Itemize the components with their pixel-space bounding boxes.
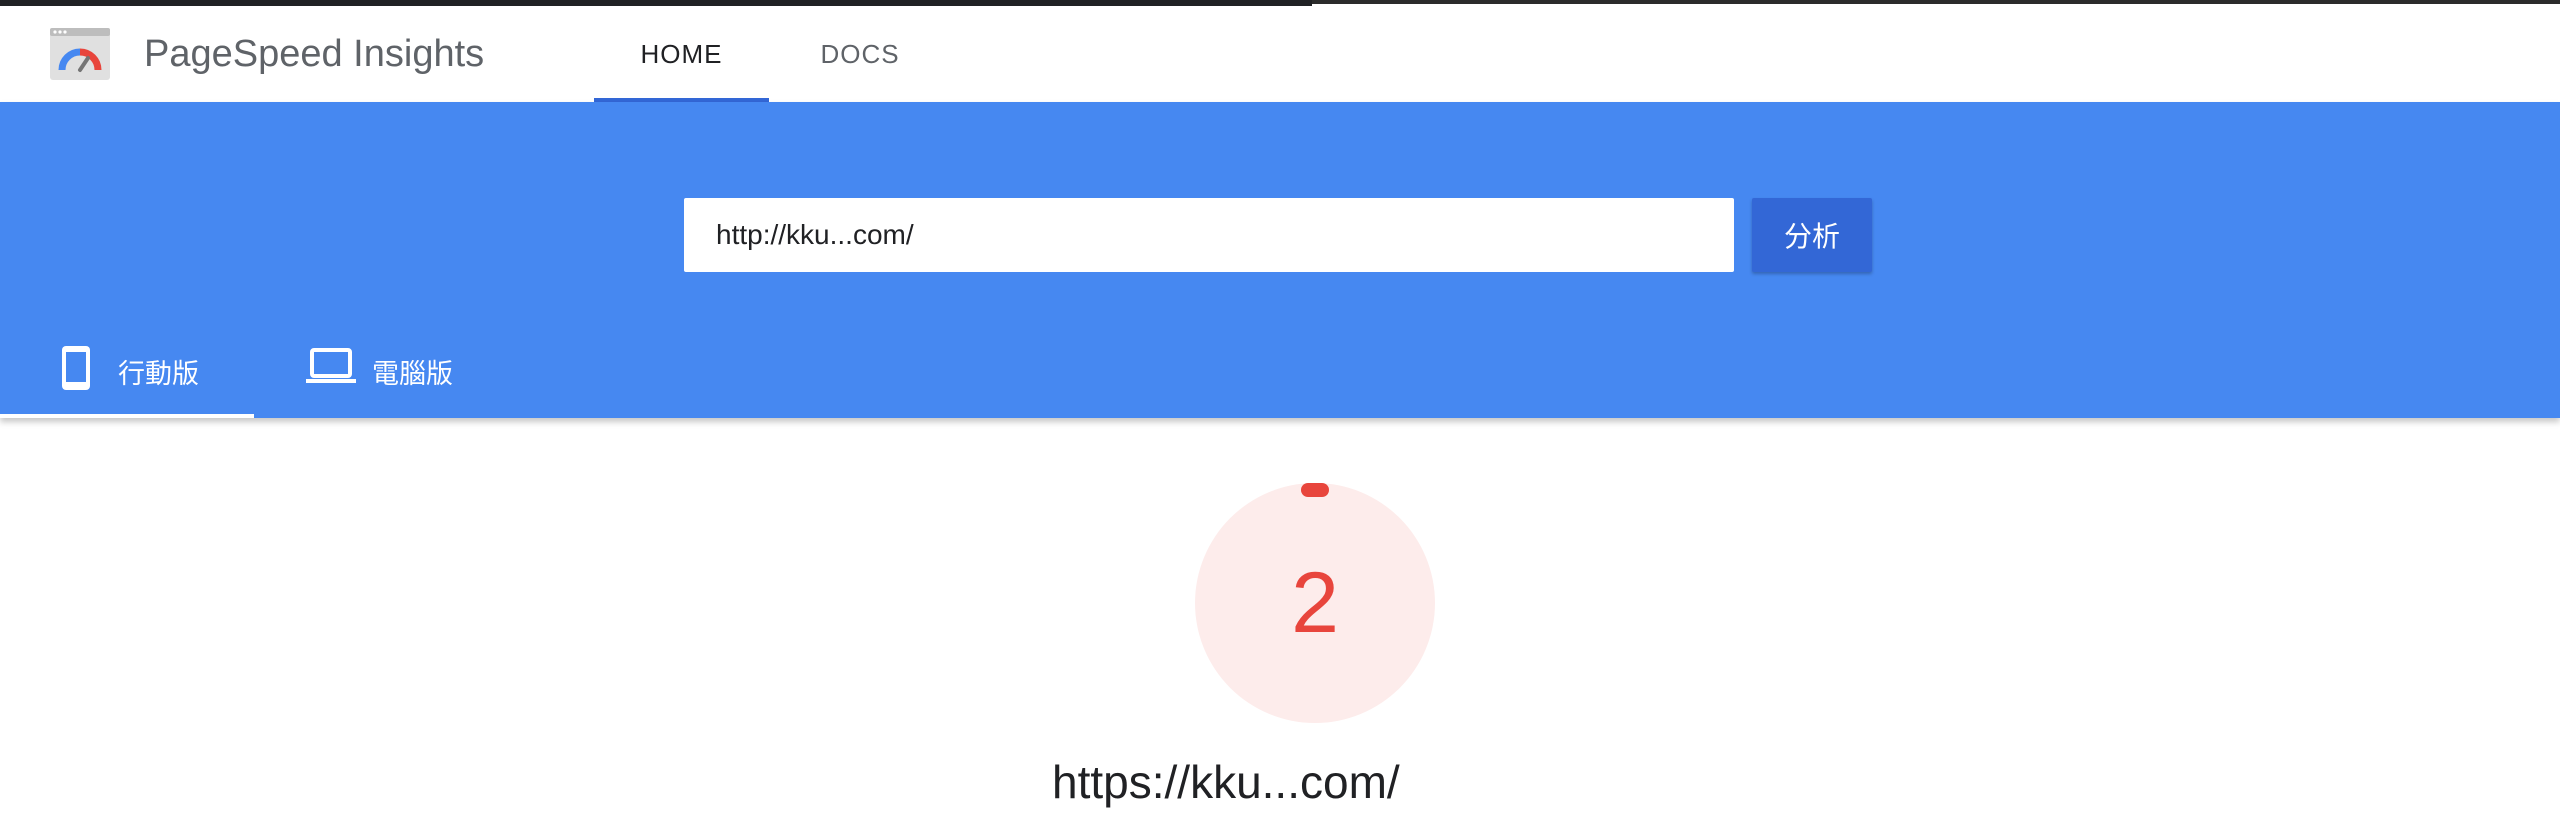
top-header: PageSpeed Insights HOME DOCS — [0, 6, 2560, 102]
result-url: https://kku...com/ — [1052, 756, 1400, 808]
pagespeed-logo-icon[interactable] — [50, 28, 110, 80]
smartphone-icon — [60, 344, 92, 399]
laptop-icon — [306, 346, 356, 393]
score-value: 2 — [1291, 555, 1339, 651]
tab-mobile-active-indicator — [0, 414, 254, 418]
search-band: 分析 行動版 電腦版 — [0, 102, 2560, 418]
url-input[interactable] — [684, 198, 1734, 272]
tab-desktop-label: 電腦版 — [372, 359, 453, 390]
app-title[interactable]: PageSpeed Insights — [144, 30, 484, 78]
analyze-button[interactable]: 分析 — [1752, 198, 1872, 272]
score-gauge: 2 — [1190, 478, 1440, 728]
tab-mobile[interactable]: 行動版 — [0, 322, 254, 418]
top-strip-right — [1312, 0, 2560, 4]
tab-home[interactable]: HOME — [594, 6, 769, 102]
tab-home-label: HOME — [640, 39, 723, 69]
tab-desktop[interactable]: 電腦版 — [290, 322, 500, 418]
tab-mobile-label: 行動版 — [118, 359, 199, 390]
tab-docs-label: DOCS — [820, 39, 900, 69]
tab-docs[interactable]: DOCS — [790, 6, 930, 102]
